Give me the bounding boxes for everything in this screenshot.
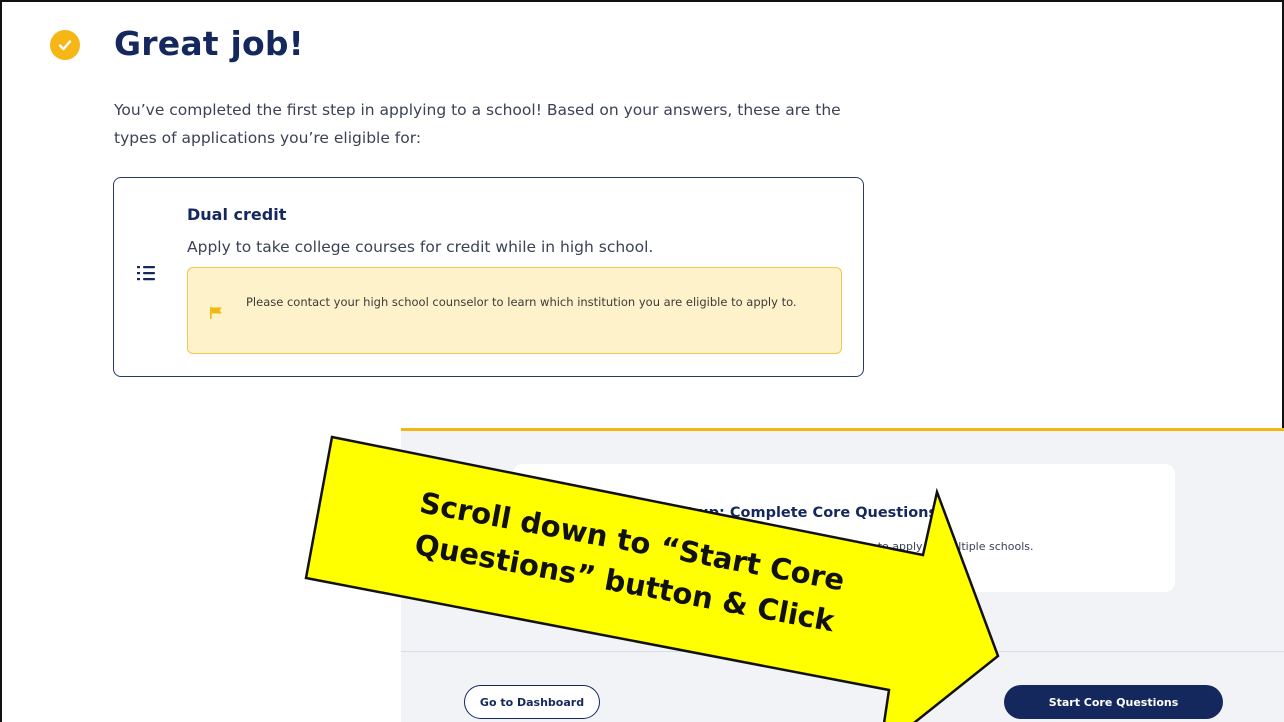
next-step-title: Next up: Complete Core Questions (655, 505, 938, 521)
go-to-dashboard-button[interactable]: Go to Dashboard (464, 685, 600, 719)
checkmark-icon (58, 40, 72, 51)
check-circle-icon (50, 30, 80, 60)
start-core-questions-button[interactable]: Start Core Questions (1004, 685, 1223, 719)
eligibility-notice: Please contact your high school counselo… (187, 267, 842, 354)
eligibility-notice-text: Please contact your high school counselo… (246, 295, 797, 309)
checklist-icon (137, 266, 155, 281)
application-type-description: Apply to take college courses for credit… (187, 238, 654, 256)
footer-divider (401, 651, 1284, 652)
application-type-card[interactable]: Dual credit Apply to take college course… (113, 177, 864, 377)
intro-text: You’ve completed the first step in apply… (114, 101, 841, 147)
flag-icon (210, 307, 222, 319)
application-type-title: Dual credit (187, 205, 287, 224)
diamond-icon (577, 492, 589, 504)
page-title: Great job! (114, 24, 304, 63)
